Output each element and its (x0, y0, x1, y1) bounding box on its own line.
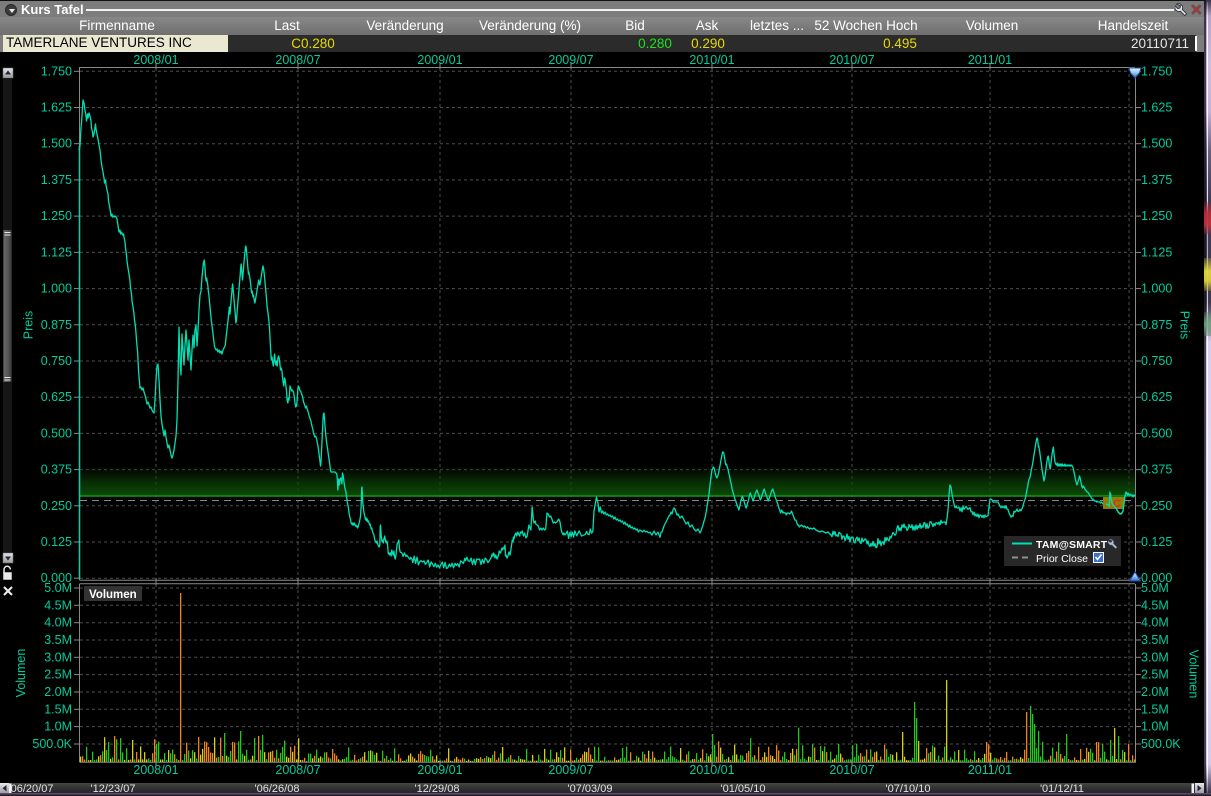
svg-text:500.0K: 500.0K (1141, 737, 1181, 751)
svg-text:0.625: 0.625 (41, 390, 72, 404)
svg-text:2011/01: 2011/01 (968, 763, 1012, 777)
svg-text:Volumen: Volumen (1187, 650, 1201, 699)
svg-text:0.250: 0.250 (1141, 499, 1172, 513)
svg-text:0.125: 0.125 (41, 535, 72, 549)
svg-text:3.5M: 3.5M (1141, 633, 1169, 647)
svg-text:1.750: 1.750 (1141, 64, 1172, 78)
svg-text:2008/01: 2008/01 (133, 763, 178, 777)
svg-text:1.625: 1.625 (41, 101, 72, 115)
svg-text:1.5M: 1.5M (44, 702, 72, 716)
svg-text:1.125: 1.125 (1141, 245, 1172, 259)
svg-text:Preis: Preis (1178, 311, 1192, 339)
svg-text:1.0M: 1.0M (44, 720, 72, 734)
svg-text:3.0M: 3.0M (1141, 650, 1169, 664)
svg-text:1.500: 1.500 (41, 137, 72, 151)
svg-text:2009/01: 2009/01 (417, 763, 462, 777)
svg-text:1.500: 1.500 (1141, 137, 1172, 151)
svg-text:4.0M: 4.0M (44, 616, 72, 630)
svg-text:0.750: 0.750 (1141, 354, 1172, 368)
svg-text:1.250: 1.250 (41, 209, 72, 223)
svg-text:0.875: 0.875 (1141, 318, 1172, 332)
svg-text:Preis: Preis (22, 311, 36, 339)
svg-text:2010/07: 2010/07 (829, 53, 874, 67)
svg-text:1.5M: 1.5M (1141, 702, 1169, 716)
svg-text:Volumen: Volumen (14, 649, 28, 698)
svg-text:0.875: 0.875 (41, 318, 72, 332)
svg-text:1.375: 1.375 (41, 173, 72, 187)
svg-text:0.500: 0.500 (41, 426, 72, 440)
svg-text:2008/01: 2008/01 (133, 53, 178, 67)
svg-text:1.375: 1.375 (1141, 173, 1172, 187)
svg-text:4.0M: 4.0M (1141, 616, 1169, 630)
svg-text:2.5M: 2.5M (44, 668, 72, 682)
svg-text:5.0M: 5.0M (1141, 581, 1169, 595)
svg-text:0.625: 0.625 (1141, 390, 1172, 404)
svg-text:0.125: 0.125 (1141, 535, 1172, 549)
svg-text:2009/07: 2009/07 (548, 53, 593, 67)
svg-text:0.250: 0.250 (41, 499, 72, 513)
svg-text:2009/01: 2009/01 (417, 53, 462, 67)
svg-text:1.000: 1.000 (1141, 282, 1172, 296)
svg-text:2010/01: 2010/01 (689, 763, 734, 777)
svg-text:TAM@SMART: TAM@SMART (1036, 539, 1108, 551)
svg-text:2.0M: 2.0M (1141, 685, 1169, 699)
svg-text:2.5M: 2.5M (1141, 668, 1169, 682)
svg-text:1.750: 1.750 (41, 64, 72, 78)
svg-text:1.125: 1.125 (41, 245, 72, 259)
svg-text:500.0K: 500.0K (32, 737, 72, 751)
svg-text:1.000: 1.000 (41, 282, 72, 296)
svg-text:2010/07: 2010/07 (829, 763, 874, 777)
svg-text:Prior Close: Prior Close (1036, 553, 1088, 565)
svg-text:0.375: 0.375 (41, 463, 72, 477)
svg-text:0.750: 0.750 (41, 354, 72, 368)
svg-text:0.500: 0.500 (1141, 426, 1172, 440)
svg-text:2008/07: 2008/07 (275, 53, 320, 67)
svg-text:Volumen: Volumen (89, 589, 137, 601)
svg-text:C: C (1113, 498, 1121, 510)
svg-text:4.5M: 4.5M (1141, 598, 1169, 612)
svg-text:0.375: 0.375 (1141, 463, 1172, 477)
svg-text:4.5M: 4.5M (44, 598, 72, 612)
svg-text:5.0M: 5.0M (44, 581, 72, 595)
svg-text:2.0M: 2.0M (44, 685, 72, 699)
svg-text:3.5M: 3.5M (44, 633, 72, 647)
svg-text:1.625: 1.625 (1141, 101, 1172, 115)
svg-text:2011/01: 2011/01 (968, 53, 1012, 67)
svg-text:2009/07: 2009/07 (548, 763, 593, 777)
svg-text:2008/07: 2008/07 (275, 763, 320, 777)
svg-text:1.0M: 1.0M (1141, 720, 1169, 734)
svg-text:2010/01: 2010/01 (689, 53, 734, 67)
svg-text:3.0M: 3.0M (44, 650, 72, 664)
svg-text:1.250: 1.250 (1141, 209, 1172, 223)
